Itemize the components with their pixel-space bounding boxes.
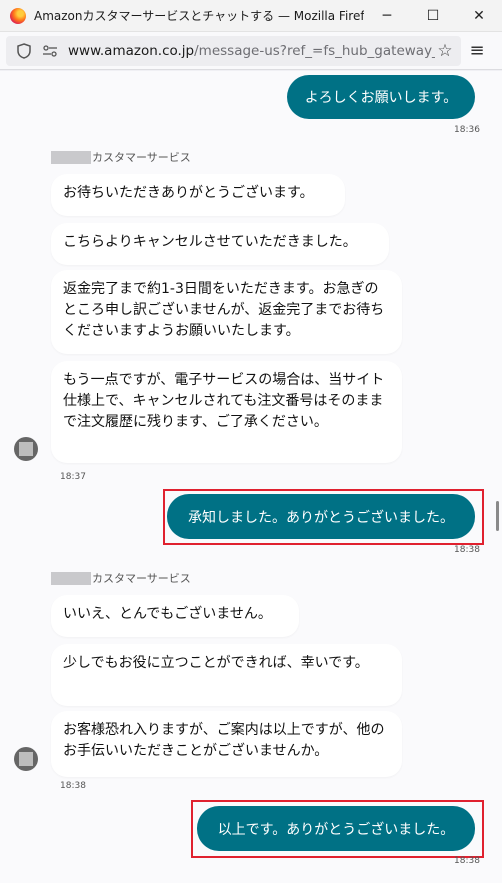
maximize-button[interactable]: ☐ <box>410 0 456 32</box>
address-bar[interactable]: www.amazon.co.jp/message-us?ref_=fs_hub_… <box>6 35 461 66</box>
customer-message: 以上です。ありがとうございました。 <box>197 806 475 851</box>
minimize-button[interactable]: ─ <box>364 0 410 32</box>
message-time: 18:38 <box>454 545 480 555</box>
window-titlebar: Amazonカスタマーサービスとチャットする — Mozilla Firefox… <box>0 0 502 32</box>
message-time: 18:36 <box>454 125 480 135</box>
agent-name-label: カスタマーサービス <box>51 570 191 586</box>
agent-message: お待ちいただきありがとうございます。 <box>51 174 345 216</box>
url-text[interactable]: www.amazon.co.jp/message-us?ref_=fs_hub_… <box>68 43 435 59</box>
message-time: 18:38 <box>454 856 480 866</box>
customer-message: 承知しました。ありがとうございました。 <box>167 494 475 539</box>
open-menu-button[interactable]: ≡ <box>461 36 493 66</box>
agent-avatar <box>14 437 38 461</box>
redacted-name <box>51 150 91 164</box>
customer-message: よろしくお願いします。 <box>287 75 475 119</box>
agent-message: お客様恐れ入りますが、ご案内は以上ですが、他のお手伝いいただきことがございません… <box>51 711 402 777</box>
chat-transcript[interactable]: よろしくお願いします。 18:36 カスタマーサービス お待ちいただきありがとう… <box>0 71 502 883</box>
agent-message: 返金完了まで約1-3日間をいただきます。お急ぎのところ申し訳ございませんが、返金… <box>51 270 402 354</box>
shield-icon[interactable] <box>14 41 34 61</box>
agent-avatar <box>14 747 38 771</box>
url-path: /message-us?ref_=fs_hub_gateway_mu& <box>194 42 435 59</box>
scrollbar-thumb[interactable] <box>496 501 499 531</box>
url-host: www.amazon.co.jp <box>68 42 195 59</box>
agent-name-label: カスタマーサービス <box>51 149 191 165</box>
message-time: 18:38 <box>60 781 86 791</box>
redacted-name <box>51 571 91 585</box>
bookmark-star-icon[interactable]: ☆ <box>435 41 455 61</box>
permissions-icon[interactable] <box>40 41 60 61</box>
navigation-toolbar: www.amazon.co.jp/message-us?ref_=fs_hub_… <box>0 32 502 70</box>
window-title: Amazonカスタマーサービスとチャットする — Mozilla Firefox <box>34 9 364 23</box>
firefox-logo-icon <box>10 7 26 24</box>
agent-message: こちらよりキャンセルさせていただきました。 <box>51 223 389 265</box>
agent-message: 少しでもお役に立つことができれば、幸いです。 <box>51 644 402 706</box>
message-time: 18:37 <box>60 472 86 482</box>
close-button[interactable]: ✕ <box>456 0 502 32</box>
agent-message: いいえ、とんでもございません。 <box>51 595 299 637</box>
agent-message: もう一点ですが、電子サービスの場合は、当サイト仕様上で、キャンセルされても注文番… <box>51 361 402 463</box>
